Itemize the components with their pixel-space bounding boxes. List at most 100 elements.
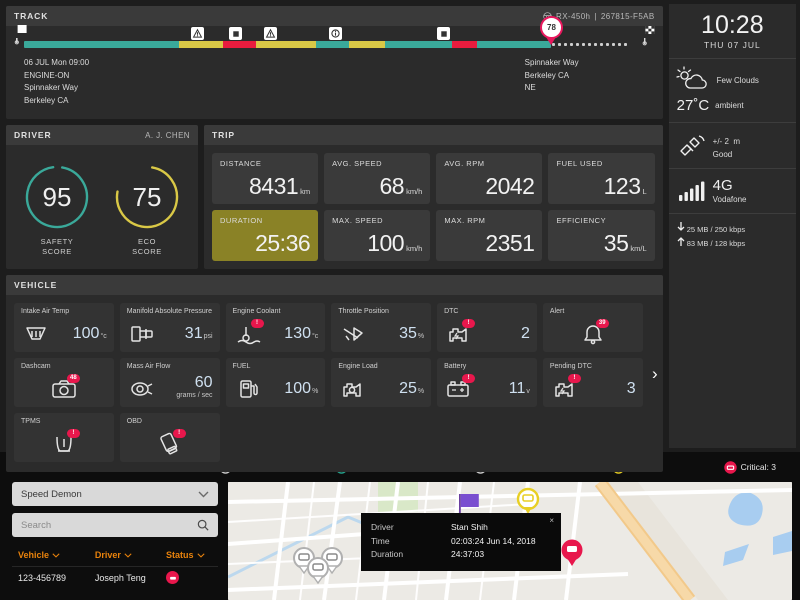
tile-label: Engine Coolant (232, 308, 281, 315)
bottom-region: Speed Demon Search Vehicle Driver Status… (0, 482, 800, 600)
data-usage-box: 25 MB / 250 kbps 83 MB / 128 kbps (669, 214, 796, 258)
tile-label: Engine Load (338, 363, 378, 370)
maf-sensor-icon (127, 377, 157, 401)
table-row[interactable]: 123-456789 Joseph Teng (12, 566, 218, 588)
status-rail: 10:28 THU 07 JUL Few Clouds 27˚C ambient… (668, 4, 796, 448)
vehicle-tile[interactable]: Dashcam 48 (14, 358, 114, 407)
tile-label: Dashcam (21, 363, 51, 370)
vehicle-tile[interactable]: FUEL 100% (225, 358, 326, 407)
download-row: 25 MB / 250 kbps (677, 222, 788, 236)
vehicle-tile[interactable]: Engine Coolant! 130°c (225, 303, 326, 352)
track-event-marker-info[interactable] (329, 27, 342, 40)
vehicle-tile[interactable]: Alert 39 (542, 303, 643, 352)
fleet-table-header: Vehicle Driver Status (12, 544, 218, 566)
vehicle-tile[interactable]: Manifold Absolute Pressure 31psi (119, 303, 220, 352)
popup-value: 24:37:03 (451, 549, 485, 559)
vehicle-tile[interactable]: Throttle Position 35% (331, 303, 432, 352)
trip-metric-value: 2351 (485, 230, 535, 256)
trip-metric-tile[interactable]: AVG. RPM 2042 (436, 153, 543, 204)
throttle-icon (338, 322, 368, 346)
trip-metric-tile[interactable]: DURATION 25:36 (212, 210, 319, 261)
status-counter-label: Critical: 3 (740, 462, 776, 472)
trip-metric-tile[interactable]: MAX. RPM 2351 (436, 210, 543, 261)
track-event-marker-stop[interactable] (229, 27, 242, 40)
vehicle-tile[interactable]: Intake Air Temp 100°c (14, 303, 114, 352)
start-street: Spinnaker Way (24, 83, 78, 92)
tile-badge: ! (462, 318, 476, 328)
tile-badge: ! (462, 373, 476, 383)
trip-metric-tile[interactable]: AVG. SPEED 68 km/h (324, 153, 431, 204)
popup-value: Stan Shih (451, 522, 488, 532)
tile-label: Mass Air Flow (126, 363, 171, 370)
map-info-popup[interactable]: × Driver Stan Shih Time 02:03:24 Jun 14, 20… (361, 513, 561, 571)
vehicle-tile[interactable]: Mass Air Flow 60 grams / sec (119, 358, 220, 407)
trip-metric-tile[interactable]: FUEL USED 123 L (548, 153, 655, 204)
camera-icon: 48 (49, 373, 80, 401)
sort-chevron-icon (124, 552, 132, 558)
track-segment (316, 40, 349, 48)
finish-flag-icon (642, 24, 657, 49)
column-header-driver[interactable]: Driver (95, 550, 166, 560)
vehicle-status-icon (723, 460, 737, 474)
track-dot (600, 42, 603, 46)
tile-badge: ! (172, 428, 186, 438)
column-header-status[interactable]: Status (166, 550, 216, 560)
trip-metric-value: 68 km/h (379, 173, 423, 199)
group-select[interactable]: Speed Demon (12, 482, 218, 506)
track-segment (179, 40, 223, 48)
track-dot (588, 42, 591, 46)
engine-check-icon: ! (550, 373, 581, 401)
trip-metric-tile[interactable]: MAX. SPEED 100 km/h (324, 210, 431, 261)
network-carrier: Vodafone (712, 195, 747, 204)
sort-chevron-icon (196, 552, 205, 558)
tile-value: 25% (399, 379, 425, 397)
track-dot (582, 42, 585, 46)
obd-dongle-icon: ! (155, 428, 186, 456)
track-panel-header: TRACK RX-450h | 267815-F5AB (6, 6, 663, 26)
tile-label: DTC (444, 308, 459, 315)
vehicle-tile[interactable]: Engine Load 25% (331, 358, 432, 407)
track-footer: 06 JUL Mon 09:00 ENGINE-ON Spinnaker Way… (24, 57, 645, 107)
current-street: Spinnaker Way (524, 58, 579, 67)
tile-label: Pending DTC (549, 363, 592, 370)
track-timeline[interactable]: 78 (14, 16, 655, 48)
tile-label: TPMS (21, 418, 41, 425)
tile-value: 31psi (184, 324, 213, 342)
trip-metric-value: 2042 (485, 173, 535, 199)
track-segment (418, 40, 452, 48)
current-position-pin[interactable]: 78 (540, 16, 563, 45)
track-event-marker-warning[interactable] (191, 27, 204, 40)
vehicle-tile[interactable]: OBD! (119, 413, 220, 462)
vehicle-next-page-button[interactable]: › (652, 364, 658, 384)
driver-panel-header: DRIVER A. J. CHEN (6, 125, 198, 145)
popup-close-button[interactable]: × (549, 516, 554, 525)
search-box[interactable]: Search (12, 513, 218, 537)
vehicle-tile[interactable]: Pending DTC! 3 (542, 358, 643, 407)
sun-cloud-icon (676, 66, 707, 89)
start-datetime: 06 JUL Mon 09:00 (24, 58, 90, 67)
status-counter[interactable]: Critical: 3 (723, 460, 776, 474)
trip-metric-tile[interactable]: EFFICIENCY 35 km/L (548, 210, 655, 261)
trip-metric-tile[interactable]: DISTANCE 8431 km (212, 153, 319, 204)
track-segment (349, 40, 385, 48)
gauge-caption: ECO SCORE (132, 237, 162, 256)
trip-metrics: DISTANCE 8431 km AVG. SPEED 68 km/h AVG. RPM 20… (204, 145, 663, 269)
weather-box: Few Clouds 27˚C ambient (668, 59, 796, 123)
tile-badge: ! (250, 318, 264, 328)
track-event-marker-stop[interactable] (437, 27, 450, 40)
vehicle-tile[interactable]: DTC! 2 (437, 303, 537, 352)
vehicle-tile[interactable]: TPMS! (14, 413, 114, 462)
column-header-vehicle[interactable]: Vehicle (18, 550, 95, 560)
current-location-info: Spinnaker Way Berkeley CA NE (525, 57, 645, 107)
tile-label: Battery (444, 363, 467, 370)
weather-row: Few Clouds (676, 66, 788, 93)
track-event-marker-warning[interactable] (264, 27, 277, 40)
bell-icon: 39 (578, 318, 609, 346)
row-vehicle: 123-456789 (18, 572, 67, 583)
tile-label: Intake Air Temp (21, 308, 70, 315)
fleet-map[interactable]: Gre (228, 482, 792, 600)
search-input[interactable]: Search (21, 520, 51, 531)
vehicle-tile[interactable]: Battery! 11v (437, 358, 537, 407)
fleet-table-rows: 123-456789 Joseph Teng (12, 566, 218, 588)
track-segment (223, 40, 256, 48)
